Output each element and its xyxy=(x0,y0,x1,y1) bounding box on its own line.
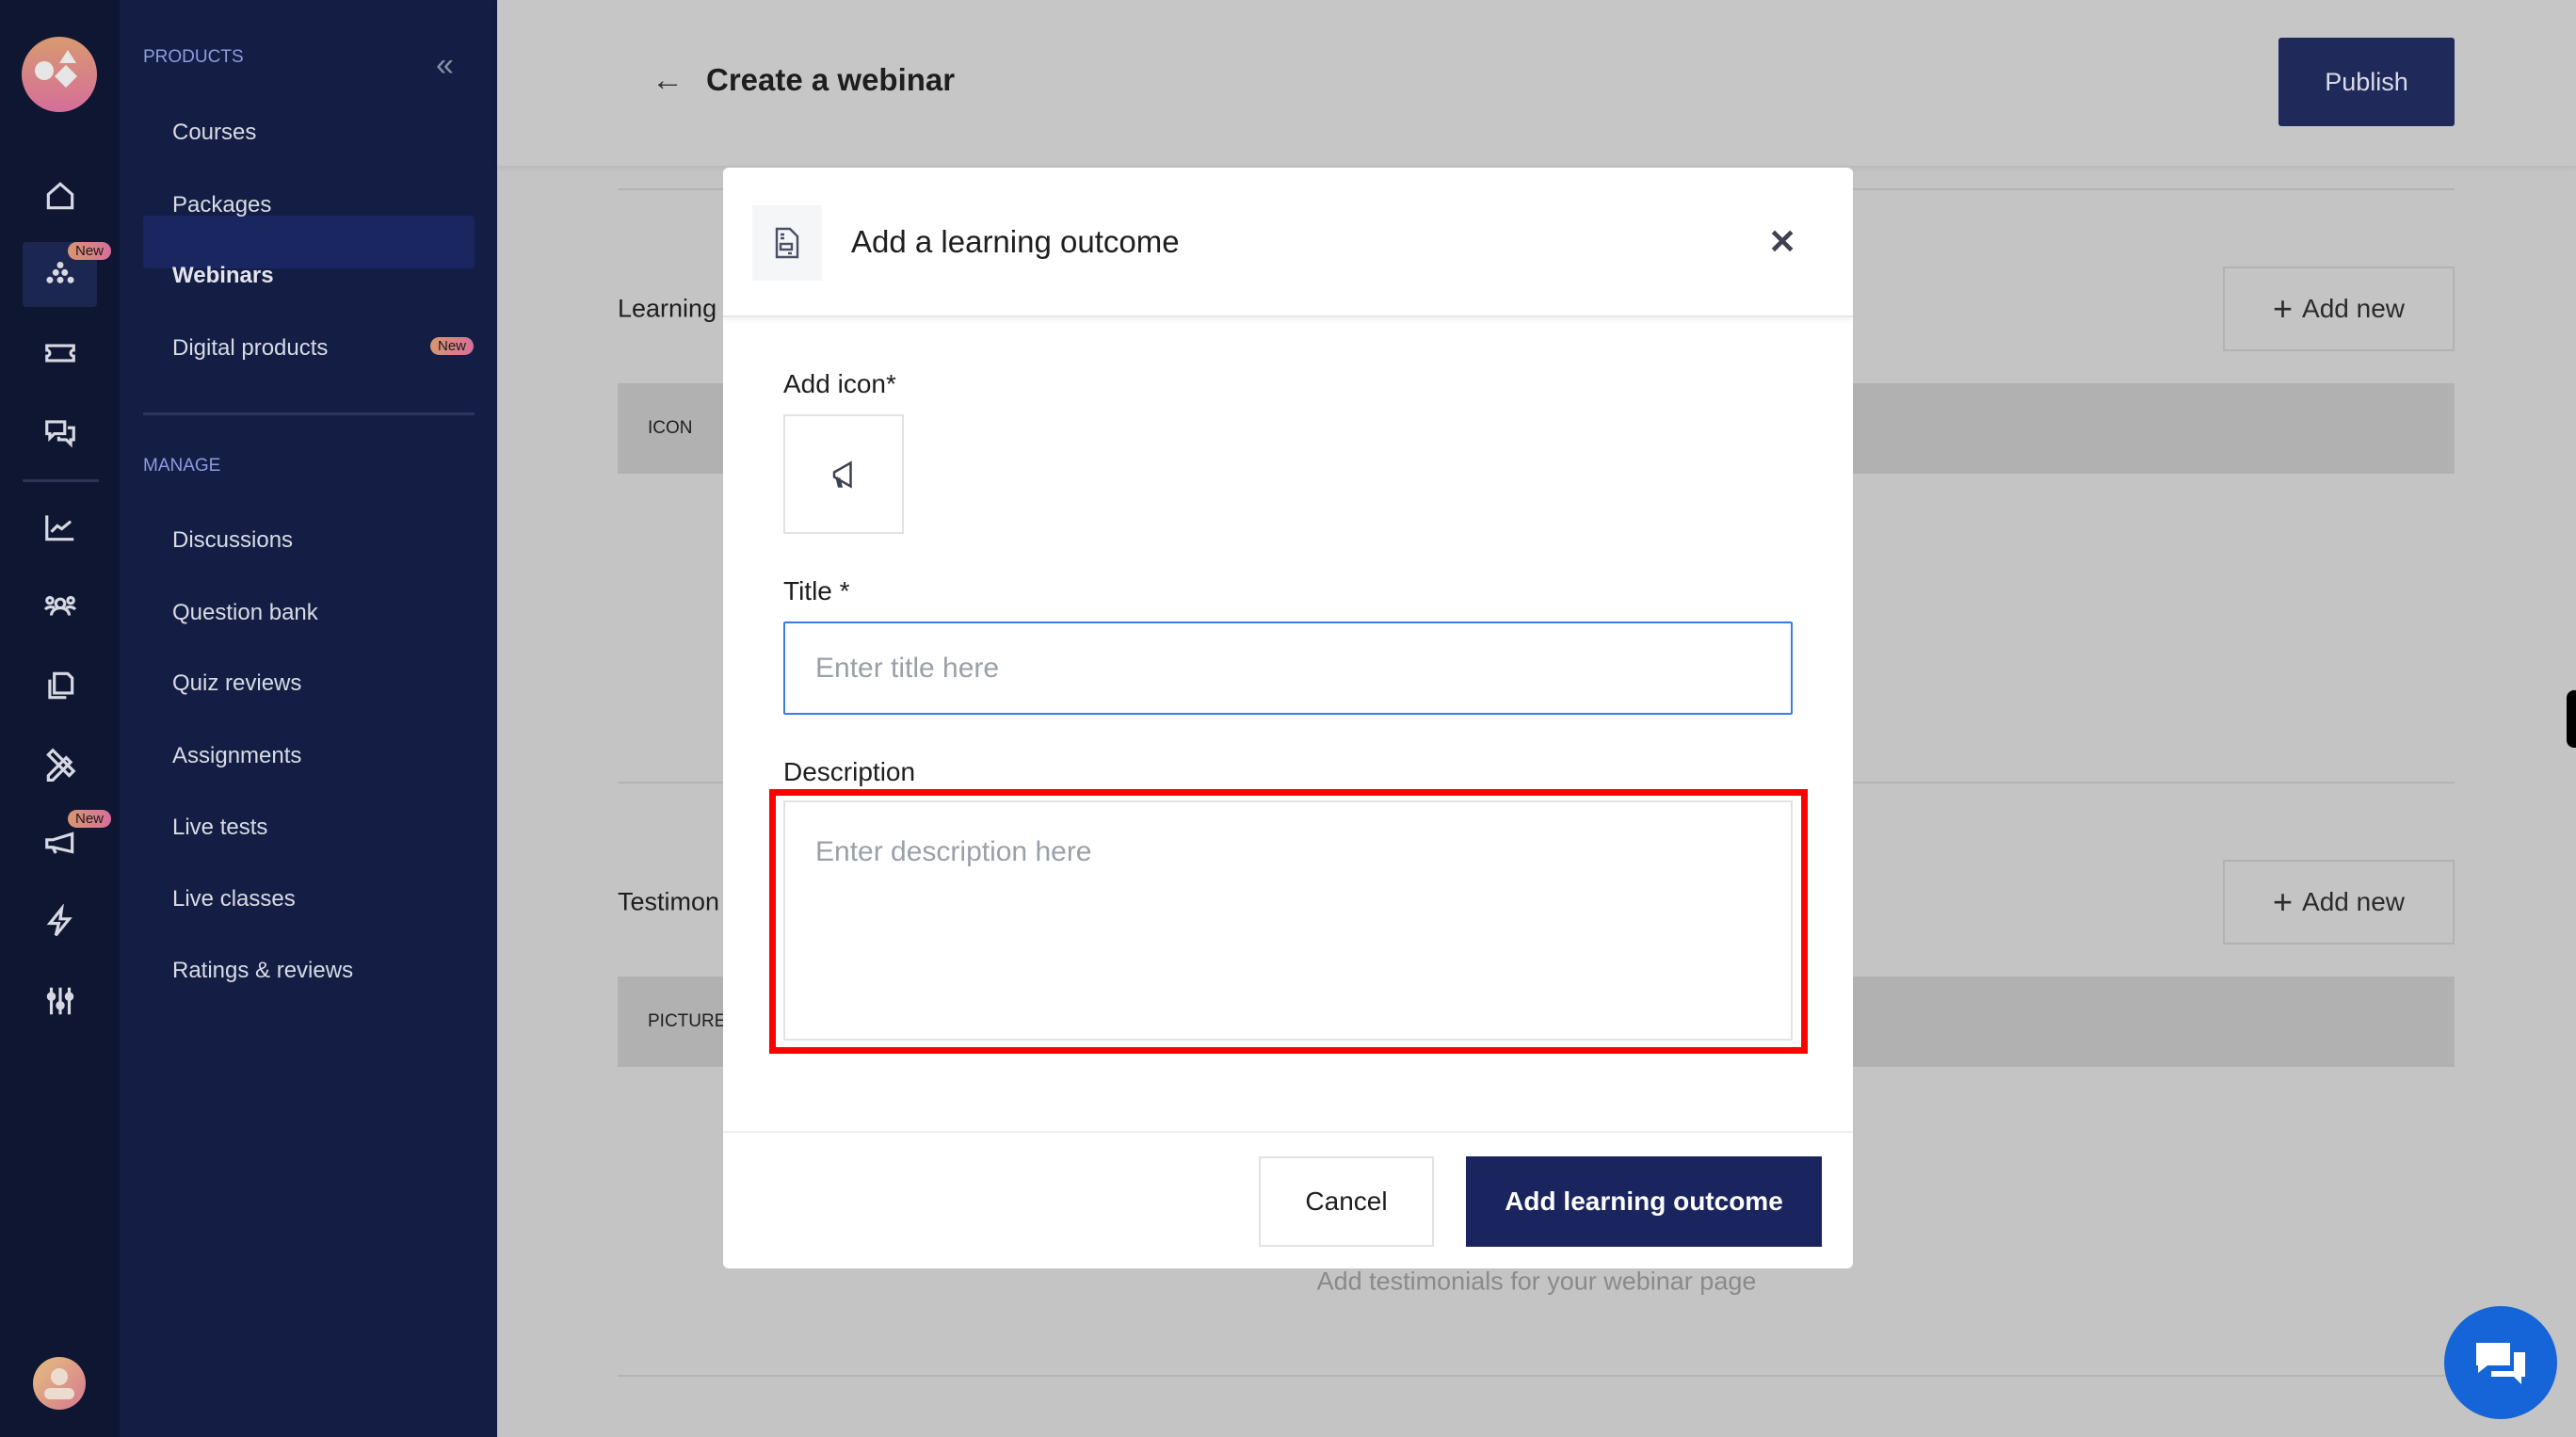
back-arrow-icon[interactable]: ← xyxy=(652,62,684,99)
description-textarea[interactable]: Enter description here xyxy=(783,800,1793,1041)
sidebar-item-question-bank[interactable]: Question bank xyxy=(172,600,318,626)
testimonials-heading: Testimon xyxy=(618,887,720,916)
sidebar-item-digital-products[interactable]: Digital products xyxy=(172,335,328,362)
bolt-icon[interactable] xyxy=(40,902,80,942)
sidebar-item-live-tests[interactable]: Live tests xyxy=(172,815,267,841)
megaphone-icon xyxy=(832,460,852,489)
icon-rail: New New xyxy=(0,0,120,1437)
analytics-icon[interactable] xyxy=(40,508,80,547)
publish-label: Publish xyxy=(2325,67,2408,96)
new-badge: New xyxy=(430,337,475,355)
add-learning-outcome-button[interactable]: + Add new xyxy=(2223,266,2455,351)
sidebar-item-courses[interactable]: Courses xyxy=(172,120,256,146)
icon-column-header: ICON xyxy=(648,418,693,438)
sidebar-item-live-classes[interactable]: Live classes xyxy=(172,886,296,912)
sidebar-item-webinars-bg xyxy=(143,216,475,268)
submit-label: Add learning outcome xyxy=(1505,1187,1783,1216)
sidebar-item-packages[interactable]: Packages xyxy=(172,192,271,218)
webinar-dots-icon[interactable] xyxy=(40,254,80,294)
tools-icon[interactable] xyxy=(40,744,80,783)
chat-support-button[interactable] xyxy=(2444,1306,2557,1419)
cancel-button[interactable]: Cancel xyxy=(1259,1156,1434,1247)
user-avatar[interactable] xyxy=(33,1357,86,1410)
sidebar-item-discussions[interactable]: Discussions xyxy=(172,527,293,554)
add-new-label: Add new xyxy=(2302,294,2405,323)
title-input[interactable]: Enter title here xyxy=(783,622,1793,715)
testimonials-hint: Add testimonials for your webinar page xyxy=(1316,1267,1757,1296)
manage-heading: MANAGE xyxy=(143,456,221,476)
page-header: ← Create a webinar Publish xyxy=(497,0,2576,166)
divider xyxy=(618,1375,2455,1377)
sidebar-divider xyxy=(143,412,475,415)
document-icon xyxy=(752,205,822,281)
sidebar: PRODUCTS « Courses Packages Webinars Dig… xyxy=(120,0,497,1437)
products-heading: PRODUCTS xyxy=(143,47,244,67)
learning-outcomes-heading: Learning xyxy=(618,294,717,323)
plus-icon: + xyxy=(2273,289,2294,328)
rail-divider xyxy=(23,479,99,482)
sidebar-item-webinars[interactable]: Webinars xyxy=(172,263,274,289)
copy-icon[interactable] xyxy=(40,666,80,705)
scroll-handle[interactable] xyxy=(2567,690,2576,748)
sidebar-item-quiz-reviews[interactable]: Quiz reviews xyxy=(172,670,301,697)
ticket-icon[interactable] xyxy=(40,333,80,373)
modal-footer-divider xyxy=(723,1131,1853,1133)
add-learning-outcome-modal: Add a learning outcome ✕ Add icon* Title… xyxy=(723,168,1853,1268)
description-placeholder: Enter description here xyxy=(815,836,1092,867)
description-label: Description xyxy=(783,757,916,786)
plus-icon: + xyxy=(2273,882,2294,921)
close-icon[interactable]: ✕ xyxy=(1768,222,1796,262)
title-label: Title * xyxy=(783,576,850,605)
megaphone-icon[interactable] xyxy=(40,823,80,863)
add-learning-outcome-submit-button[interactable]: Add learning outcome xyxy=(1466,1156,1822,1247)
cancel-label: Cancel xyxy=(1305,1187,1388,1216)
modal-header: Add a learning outcome ✕ xyxy=(723,168,1853,317)
publish-button[interactable]: Publish xyxy=(2278,38,2455,126)
icon-picker[interactable] xyxy=(783,414,904,534)
collapse-sidebar-icon[interactable]: « xyxy=(436,47,454,84)
home-icon[interactable] xyxy=(40,176,80,216)
new-badge: New xyxy=(68,242,112,260)
sidebar-item-assignments[interactable]: Assignments xyxy=(172,743,301,769)
modal-title: Add a learning outcome xyxy=(851,224,1180,259)
chat-bubble-icon xyxy=(2476,1343,2525,1384)
sidebar-item-ratings-reviews[interactable]: Ratings & reviews xyxy=(172,958,353,984)
new-badge: New xyxy=(68,810,112,828)
add-testimonial-button[interactable]: + Add new xyxy=(2223,860,2455,945)
users-icon[interactable] xyxy=(40,587,80,626)
add-icon-label: Add icon* xyxy=(783,369,896,398)
page-title: Create a webinar xyxy=(706,62,956,97)
title-placeholder: Enter title here xyxy=(815,652,1000,684)
picture-column-header: PICTURE xyxy=(648,1011,727,1031)
chat-icon[interactable] xyxy=(40,412,80,452)
app-logo[interactable] xyxy=(22,37,97,112)
add-new-label: Add new xyxy=(2302,887,2405,916)
sliders-icon[interactable] xyxy=(40,981,80,1021)
